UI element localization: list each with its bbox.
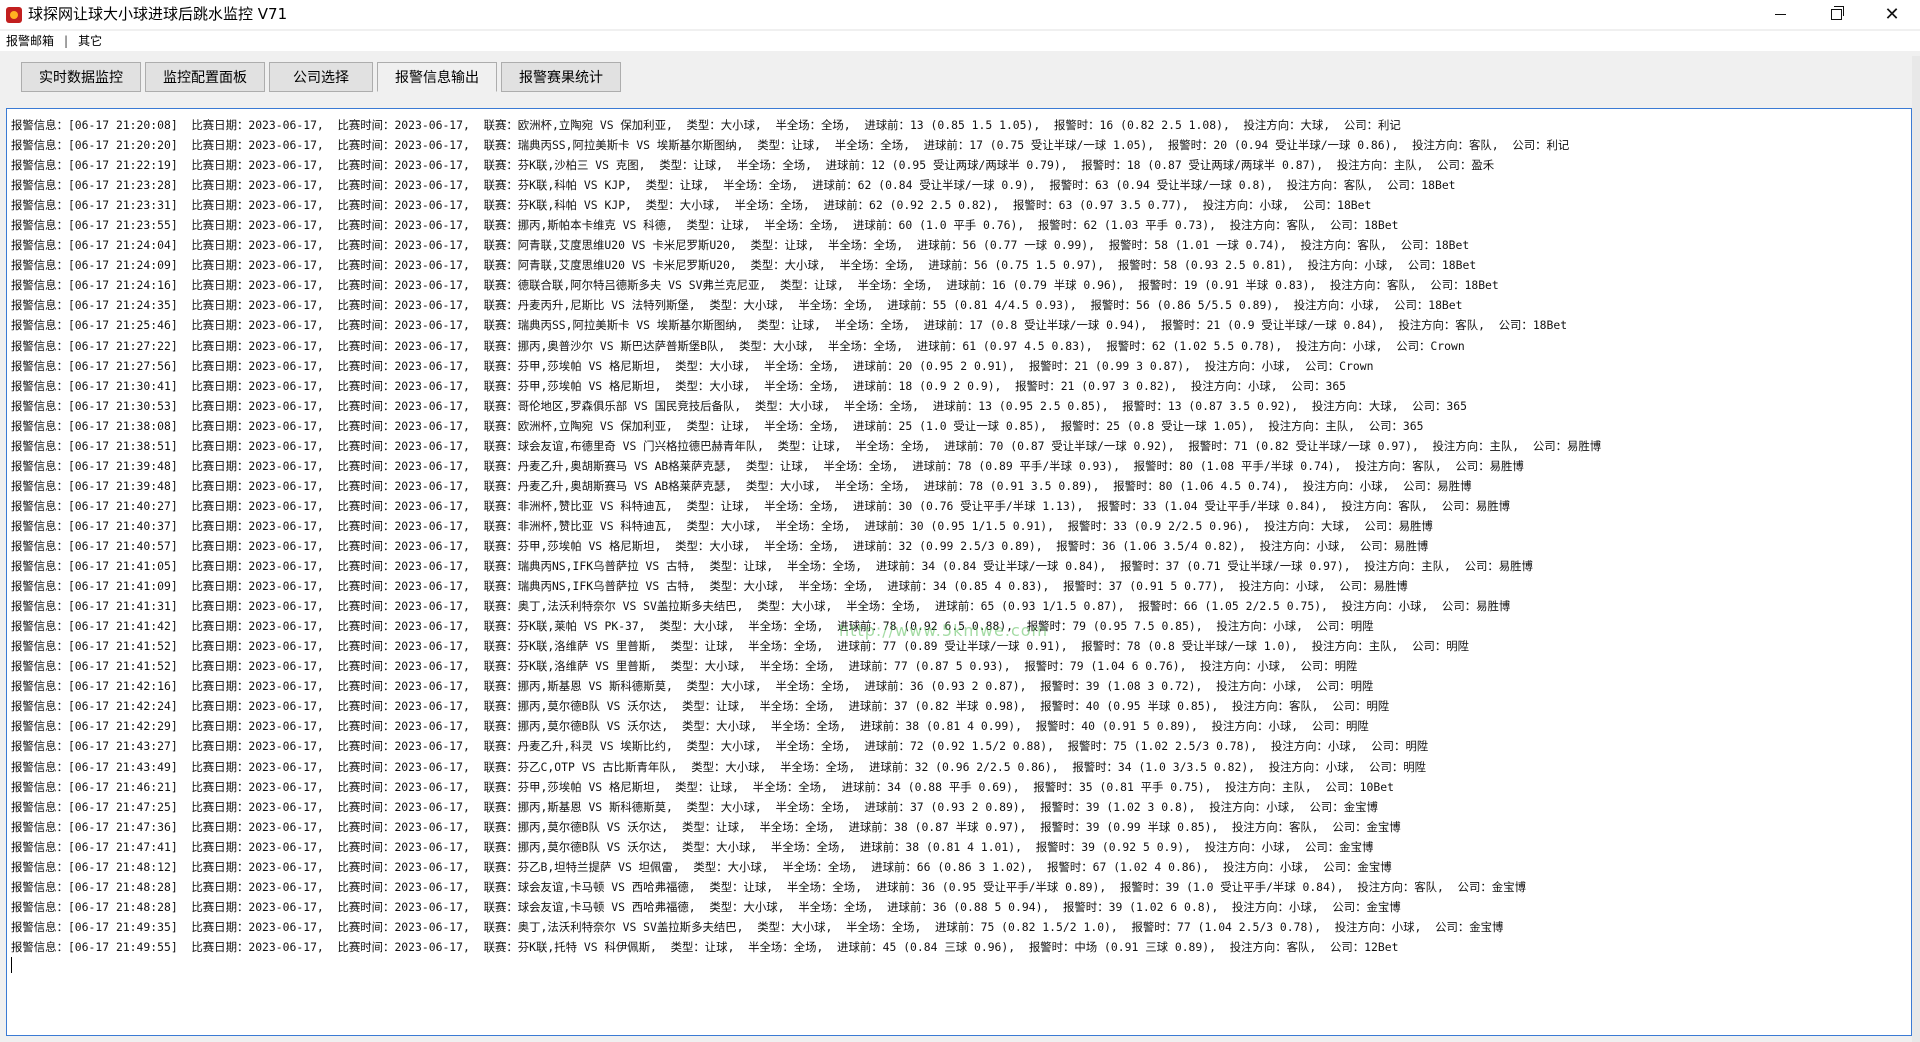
close-icon: ✕ — [1884, 3, 1900, 25]
log-line: 报警信息：[06-17 21:43:27] 比赛日期：2023-06-17, 比… — [11, 739, 1429, 754]
log-line: 报警信息：[06-17 21:48:28] 比赛日期：2023-06-17, 比… — [11, 879, 1526, 894]
log-line: 报警信息：[06-17 21:30:41] 比赛日期：2023-06-17, 比… — [11, 378, 1347, 393]
log-line: 报警信息：[06-17 21:43:49] 比赛日期：2023-06-17, 比… — [11, 759, 1427, 774]
log-line: 报警信息：[06-17 21:22:19] 比赛日期：2023-06-17, 比… — [11, 158, 1495, 173]
log-line: 报警信息：[06-17 21:39:48] 比赛日期：2023-06-17, 比… — [11, 458, 1524, 473]
log-line: 报警信息：[06-17 21:38:08] 比赛日期：2023-06-17, 比… — [11, 418, 1424, 433]
menu-item-alert-email[interactable]: 报警邮箱 — [0, 31, 60, 51]
log-line: 报警信息：[06-17 21:40:57] 比赛日期：2023-06-17, 比… — [11, 538, 1429, 553]
log-line: 报警信息：[06-17 21:27:56] 比赛日期：2023-06-17, 比… — [11, 358, 1374, 373]
alert-log-textarea[interactable]: 报警信息：[06-17 21:20:08] 比赛日期：2023-06-17, 比… — [6, 108, 1912, 1036]
log-line: 报警信息：[06-17 21:49:55] 比赛日期：2023-06-17, 比… — [11, 939, 1399, 954]
restore-icon — [1830, 6, 1844, 20]
log-line: 报警信息：[06-17 21:25:46] 比赛日期：2023-06-17, 比… — [11, 318, 1568, 333]
log-line: 报警信息：[06-17 21:38:51] 比赛日期：2023-06-17, 比… — [11, 438, 1602, 453]
app-window: 球探网让球大小球进球后跳水监控 V71 ✕ 报警邮箱 | 其它 实时数据监控 监… — [0, 0, 1920, 1042]
log-line: 报警信息：[06-17 21:47:36] 比赛日期：2023-06-17, 比… — [11, 819, 1401, 834]
text-caret — [11, 957, 12, 973]
log-line: 报警信息：[06-17 21:40:27] 比赛日期：2023-06-17, 比… — [11, 498, 1511, 513]
log-line: 报警信息：[06-17 21:47:25] 比赛日期：2023-06-17, 比… — [11, 799, 1378, 814]
title-bar[interactable]: 球探网让球大小球进球后跳水监控 V71 ✕ — [0, 0, 1920, 29]
log-line: 报警信息：[06-17 21:24:16] 比赛日期：2023-06-17, 比… — [11, 278, 1499, 293]
log-line: 报警信息：[06-17 21:27:22] 比赛日期：2023-06-17, 比… — [11, 338, 1465, 353]
log-line: 报警信息：[06-17 21:23:55] 比赛日期：2023-06-17, 比… — [11, 218, 1399, 233]
app-logo-icon — [6, 6, 22, 23]
tab-company-select[interactable]: 公司选择 — [269, 62, 373, 92]
tab-bar: 实时数据监控 监控配置面板 公司选择 报警信息输出 报警赛果统计 — [0, 56, 1920, 102]
log-line: 报警信息：[06-17 21:42:16] 比赛日期：2023-06-17, 比… — [11, 679, 1374, 694]
tab-alert-results[interactable]: 报警赛果统计 — [501, 62, 621, 92]
window-title: 球探网让球大小球进球后跳水监控 V71 — [28, 5, 288, 23]
log-line: 报警信息：[06-17 21:20:20] 比赛日期：2023-06-17, 比… — [11, 138, 1570, 153]
log-line: 报警信息：[06-17 21:30:53] 比赛日期：2023-06-17, 比… — [11, 398, 1467, 413]
watermark-text: http://www.5kmwe.com — [839, 621, 1049, 640]
log-line: 报警信息：[06-17 21:20:08] 比赛日期：2023-06-17, 比… — [11, 118, 1401, 132]
log-line: 报警信息：[06-17 21:46:21] 比赛日期：2023-06-17, 比… — [11, 779, 1394, 794]
menu-item-other[interactable]: 其它 — [72, 31, 108, 51]
window-controls: ✕ — [1752, 0, 1920, 29]
restore-button[interactable] — [1808, 0, 1864, 29]
log-line: 报警信息：[06-17 21:47:41] 比赛日期：2023-06-17, 比… — [11, 839, 1374, 854]
close-button[interactable]: ✕ — [1864, 0, 1920, 29]
log-line: 报警信息：[06-17 21:41:52] 比赛日期：2023-06-17, 比… — [11, 659, 1358, 674]
log-line: 报警信息：[06-17 21:41:31] 比赛日期：2023-06-17, 比… — [11, 599, 1511, 614]
menu-bar: 报警邮箱 | 其它 — [0, 31, 1920, 51]
log-line: 报警信息：[06-17 21:42:24] 比赛日期：2023-06-17, 比… — [11, 699, 1390, 714]
log-line: 报警信息：[06-17 21:48:12] 比赛日期：2023-06-17, 比… — [11, 859, 1392, 874]
minimize-button[interactable] — [1752, 0, 1808, 29]
log-line: 报警信息：[06-17 21:24:35] 比赛日期：2023-06-17, 比… — [11, 298, 1463, 313]
log-line: 报警信息：[06-17 21:49:35] 比赛日期：2023-06-17, 比… — [11, 919, 1504, 934]
log-line: 报警信息：[06-17 21:41:05] 比赛日期：2023-06-17, 比… — [11, 559, 1533, 574]
log-line: 报警信息：[06-17 21:42:29] 比赛日期：2023-06-17, 比… — [11, 719, 1369, 734]
log-line: 报警信息：[06-17 21:48:28] 比赛日期：2023-06-17, 比… — [11, 899, 1401, 914]
log-line: 报警信息：[06-17 21:39:48] 比赛日期：2023-06-17, 比… — [11, 478, 1472, 493]
tab-alert-output[interactable]: 报警信息输出 — [377, 62, 497, 92]
log-line: 报警信息：[06-17 21:23:28] 比赛日期：2023-06-17, 比… — [11, 178, 1456, 193]
tab-monitor-config[interactable]: 监控配置面板 — [145, 62, 265, 92]
alert-log-lines: 报警信息：[06-17 21:20:08] 比赛日期：2023-06-17, 比… — [11, 115, 1907, 957]
window-edge — [1912, 56, 1920, 1042]
log-line: 报警信息：[06-17 21:23:31] 比赛日期：2023-06-17, 比… — [11, 198, 1372, 213]
tab-realtime-monitor[interactable]: 实时数据监控 — [21, 62, 141, 92]
menu-separator: | — [64, 34, 69, 48]
log-line: 报警信息：[06-17 21:41:09] 比赛日期：2023-06-17, 比… — [11, 579, 1408, 594]
log-line: 报警信息：[06-17 21:40:37] 比赛日期：2023-06-17, 比… — [11, 518, 1433, 533]
minimize-icon — [1774, 14, 1786, 15]
log-line: 报警信息：[06-17 21:24:09] 比赛日期：2023-06-17, 比… — [11, 258, 1477, 273]
log-line: 报警信息：[06-17 21:24:04] 比赛日期：2023-06-17, 比… — [11, 238, 1470, 253]
